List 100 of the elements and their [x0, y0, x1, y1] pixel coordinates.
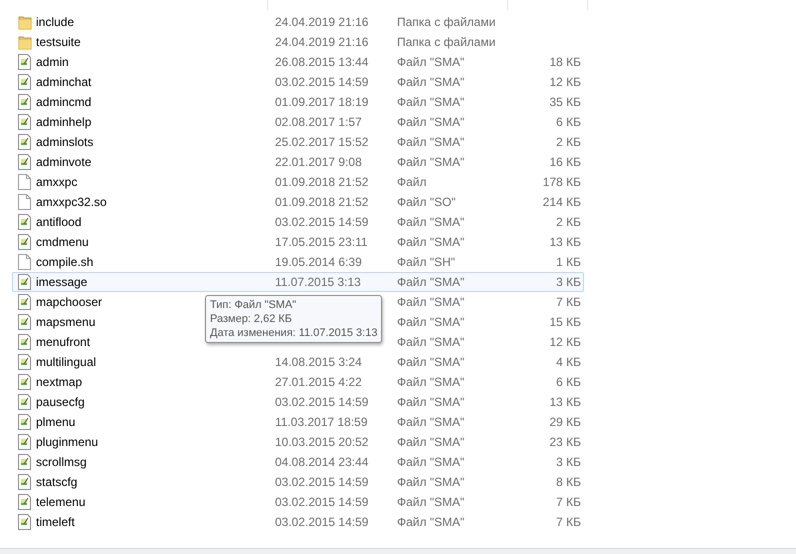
- tooltip-line: Размер: 2,62 КБ: [210, 312, 292, 326]
- file-size: 2 КБ: [555, 134, 582, 151]
- modified-date: 03.02.2015 14:59: [275, 515, 368, 529]
- file-icon: [18, 254, 31, 270]
- modified-date: 17.05.2015 23:11: [275, 235, 368, 249]
- file-name: cmdmenu: [36, 235, 89, 249]
- file-size: 3 КБ: [555, 454, 582, 471]
- tooltip-line: Дата изменения: 11.07.2015 3:13: [210, 326, 378, 340]
- file-name: adminslots: [36, 135, 94, 149]
- file-type: Файл "SMA": [397, 315, 464, 329]
- file-size: 16 КБ: [548, 154, 582, 171]
- modified-date: 22.01.2017 9:08: [275, 155, 362, 169]
- file-size: 7 КБ: [555, 514, 582, 531]
- file-name: adminhelp: [36, 115, 92, 129]
- file-name: timeleft: [36, 515, 75, 529]
- document-icon: [18, 314, 31, 330]
- document-icon: [18, 74, 31, 90]
- file-size: 35 КБ: [548, 94, 582, 111]
- file-name: adminvote: [36, 155, 92, 169]
- file-size: 15 КБ: [548, 314, 582, 331]
- file-size: 18 КБ: [548, 54, 582, 71]
- file-type: Файл "SMA": [397, 95, 464, 109]
- file-name: scrollmsg: [36, 455, 87, 469]
- document-icon: [18, 354, 31, 370]
- file-name: mapchooser: [36, 295, 102, 309]
- folder-icon: [18, 14, 32, 30]
- file-size: 8 КБ: [555, 474, 582, 491]
- modified-date: 19.05.2014 6:39: [275, 255, 362, 269]
- file-type: Папка с файлами: [397, 15, 496, 29]
- file-name: pausecfg: [36, 395, 85, 409]
- modified-date: 03.02.2015 14:59: [275, 395, 368, 409]
- file-type: Файл "SMA": [397, 55, 464, 69]
- file-size: 6 КБ: [555, 374, 582, 391]
- file-type: Файл "SMA": [397, 395, 464, 409]
- file-size: 29 КБ: [548, 414, 582, 431]
- file-type: Файл "SMA": [397, 375, 464, 389]
- file-size: 1 КБ: [555, 254, 582, 271]
- file-size: 7 КБ: [555, 494, 582, 511]
- document-icon: [18, 214, 31, 230]
- file-type: Файл "SMA": [397, 355, 464, 369]
- document-icon: [18, 54, 31, 70]
- document-icon: [18, 514, 31, 530]
- modified-date: 24.04.2019 21:16: [275, 15, 368, 29]
- modified-date: 27.01.2015 4:22: [275, 375, 362, 389]
- file-type: Файл "SMA": [397, 515, 464, 529]
- file-type: Файл "SMA": [397, 275, 464, 289]
- file-type: Папка с файлами: [397, 35, 496, 49]
- file-type: Файл "SH": [397, 255, 456, 269]
- document-icon: [18, 274, 31, 290]
- file-type: Файл "SMA": [397, 295, 464, 309]
- file-name: multilingual: [36, 355, 96, 369]
- file-size: 13 КБ: [548, 234, 582, 251]
- file-name: plmenu: [36, 415, 76, 429]
- file-name: antiflood: [36, 215, 82, 229]
- document-icon: [18, 434, 31, 450]
- file-size: 6 КБ: [555, 114, 582, 131]
- modified-date: 01.09.2018 21:52: [275, 195, 368, 209]
- document-icon: [18, 474, 31, 490]
- file-type: Файл "SMA": [397, 115, 464, 129]
- file-type: Файл: [397, 175, 427, 189]
- file-size: 2 КБ: [555, 214, 582, 231]
- file-type: Файл "SO": [397, 195, 456, 209]
- file-type: Файл "SMA": [397, 415, 464, 429]
- file-name: admin: [36, 55, 69, 69]
- modified-date: 26.08.2015 13:44: [275, 55, 368, 69]
- document-icon: [18, 454, 31, 470]
- file-name: mapsmenu: [36, 315, 96, 329]
- file-size: 4 КБ: [555, 354, 582, 371]
- file-name: telemenu: [36, 495, 86, 509]
- modified-date: 03.02.2015 14:59: [275, 495, 368, 509]
- document-icon: [18, 334, 31, 350]
- modified-date: 11.07.2015 3:13: [275, 275, 361, 289]
- modified-date: 02.08.2017 1:57: [275, 115, 362, 129]
- modified-date: 03.02.2015 14:59: [275, 475, 368, 489]
- file-size: 12 КБ: [548, 74, 582, 91]
- modified-date: 04.08.2014 23:44: [275, 455, 368, 469]
- document-icon: [18, 294, 31, 310]
- document-icon: [18, 494, 31, 510]
- modified-date: 24.04.2019 21:16: [275, 35, 368, 49]
- file-name: pluginmenu: [36, 435, 98, 449]
- document-icon: [18, 134, 31, 150]
- modified-date: 11.03.2017 18:59: [275, 415, 368, 429]
- file-row[interactable]: imessage 11.07.2015 3:13 Файл "SMA" 3 КБ: [12, 272, 584, 292]
- document-icon: [18, 154, 31, 170]
- document-icon: [18, 394, 31, 410]
- document-icon: [18, 114, 31, 130]
- file-size: 12 КБ: [548, 334, 582, 351]
- file-type: Файл "SMA": [397, 155, 464, 169]
- modified-date: 01.09.2017 18:19: [275, 95, 368, 109]
- modified-date: 14.08.2015 3:24: [275, 355, 362, 369]
- file-type: Файл "SMA": [397, 475, 464, 489]
- file-size: 3 КБ: [555, 274, 582, 291]
- file-icon: [18, 174, 31, 190]
- file-name: adminchat: [36, 75, 92, 89]
- file-size: 13 КБ: [548, 394, 582, 411]
- file-name: statscfg: [36, 475, 78, 489]
- file-type: Файл "SMA": [397, 335, 464, 349]
- file-size: 23 КБ: [548, 434, 582, 451]
- document-icon: [18, 94, 31, 110]
- folder-icon: [18, 34, 32, 50]
